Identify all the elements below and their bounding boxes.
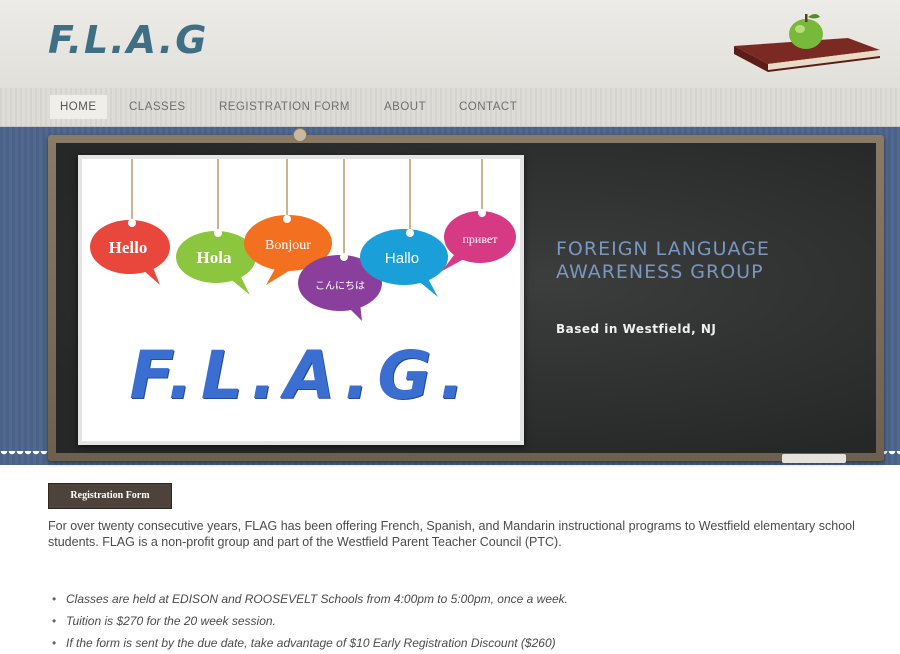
nav-about[interactable]: ABOUT [374, 95, 436, 119]
nav-registration-form[interactable]: REGISTRATION FORM [209, 95, 360, 119]
banner-heading: FOREIGN LANGUAGE AWARENESS GROUP [556, 238, 856, 284]
registration-form-button[interactable]: Registration Form [48, 483, 172, 509]
bubble-text-hello: Hello [109, 238, 148, 257]
bubble-text-hallo: Hallo [385, 250, 419, 267]
banner-heading-line2: AWARENESS GROUP [556, 261, 764, 283]
nav-contact[interactable]: CONTACT [449, 95, 527, 119]
site-logo[interactable]: F.L.A.G [48, 18, 208, 62]
apple-on-book-icon [728, 8, 888, 79]
nav-home[interactable]: HOME [50, 95, 107, 119]
nav-classes[interactable]: CLASSES [119, 95, 196, 119]
banner-subtitle: Based in Westfield, NJ [556, 322, 717, 336]
nail-icon [293, 128, 307, 142]
list-item: Tuition is $270 for the 20 week session. [48, 610, 888, 632]
bubble-text-hola: Hola [197, 248, 232, 267]
bubble-text-bonjour: Bonjour [265, 238, 311, 253]
bubble-text-konnichiwa: こんにちは [315, 280, 365, 292]
banner-heading-line1: FOREIGN LANGUAGE [556, 238, 770, 260]
intro-paragraph: For over twenty consecutive years, FLAG … [48, 519, 855, 549]
list-item: Classes are held at EDISON and ROOSEVELT… [48, 588, 888, 610]
main-nav: HOME CLASSES REGISTRATION FORM ABOUT CON… [0, 88, 900, 127]
list-item: If the form is sent by the due date, tak… [48, 632, 888, 654]
flag-poster-image: Hello Hola Bonjour こんにちは Hallo привет F.… [78, 155, 524, 445]
info-list: Classes are held at EDISON and ROOSEVELT… [48, 588, 888, 654]
bubble-text-privet: привет [462, 232, 498, 246]
chalk-eraser [782, 454, 846, 463]
site-header: F.L.A.G [0, 0, 900, 88]
poster-title: F.L.A.G. [129, 337, 473, 414]
